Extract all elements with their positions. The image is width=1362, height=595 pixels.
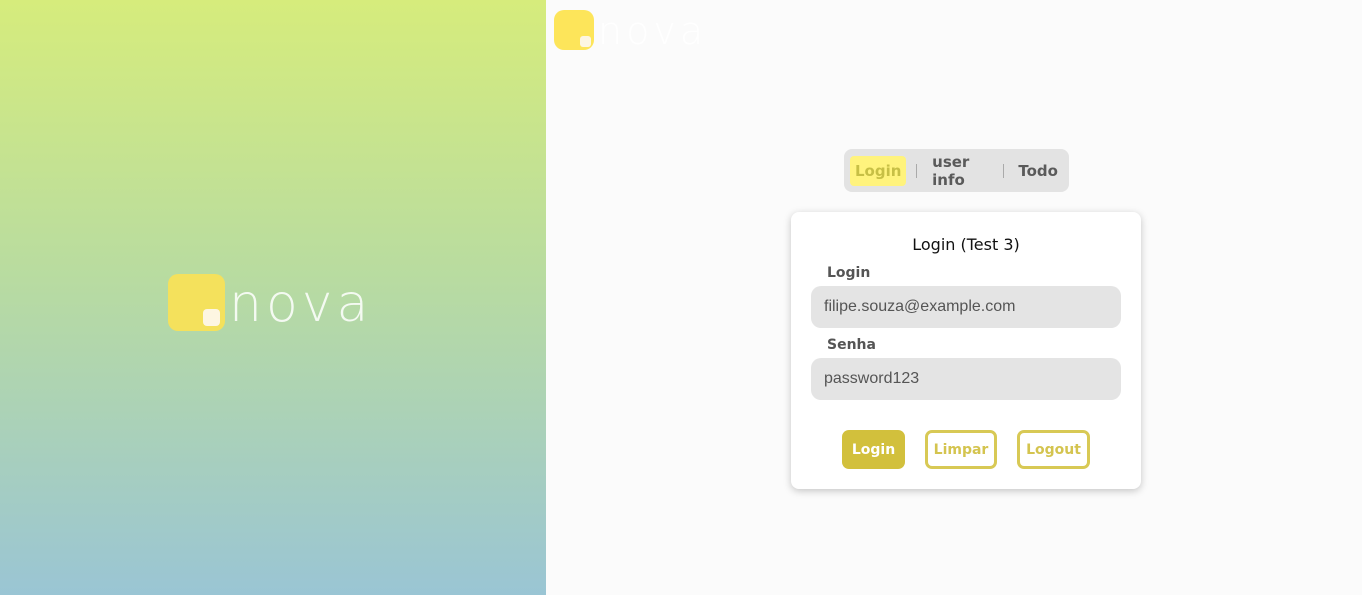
login-card: Login (Test 3) Login Senha Login Limpar …: [791, 212, 1141, 489]
nav-divider: [1002, 163, 1004, 178]
login-button[interactable]: Login: [842, 430, 905, 469]
password-label: Senha: [827, 337, 876, 353]
brand-logo-large: nova: [168, 270, 372, 334]
logo-wordmark: nova: [229, 274, 373, 334]
nav-divider: [916, 163, 918, 178]
form-title: Login (Test 3): [912, 235, 1020, 254]
logo-mark-icon: [554, 10, 594, 50]
nav-item-login[interactable]: Login: [850, 155, 907, 186]
login-label: Login: [827, 265, 871, 281]
clear-button[interactable]: Limpar: [925, 430, 997, 469]
logo-wordmark: nova: [598, 9, 708, 53]
brand-panel: nova: [0, 0, 546, 595]
logout-button[interactable]: Logout: [1017, 430, 1090, 469]
brand-logo-small[interactable]: nova: [554, 7, 707, 53]
password-input[interactable]: [811, 358, 1121, 400]
top-nav: Login user info Todo: [844, 149, 1069, 192]
login-input[interactable]: [811, 286, 1121, 328]
nav-item-user-info[interactable]: user info: [927, 147, 993, 195]
logo-mark-icon: [168, 273, 225, 331]
nav-item-todo[interactable]: Todo: [1013, 156, 1063, 186]
